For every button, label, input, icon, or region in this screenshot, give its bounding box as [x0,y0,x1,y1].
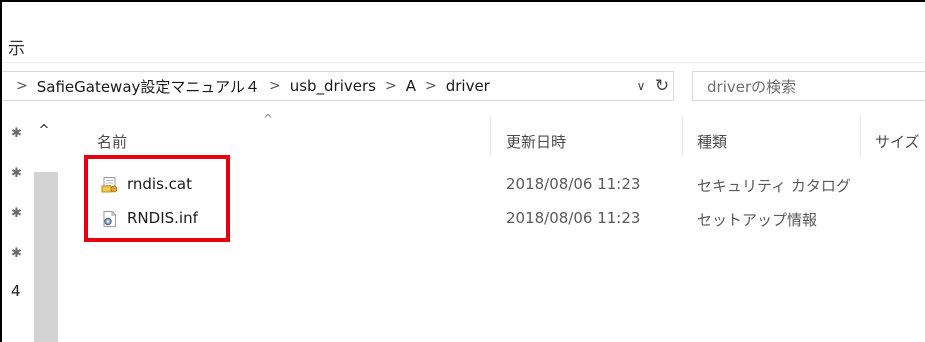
file-name[interactable]: rndis.cat [127,175,192,193]
file-row[interactable]: rndis.cat 2018/08/06 11:23 セキュリティ カタログ [60,172,925,198]
search-input[interactable] [705,76,919,98]
column-header-name[interactable]: 名前 [97,131,127,152]
file-name[interactable]: RNDIS.inf [127,209,198,227]
file-list: rndis.cat 2018/08/06 11:23 セキュリティ カタログ R… [60,172,925,252]
title-text-fragment: 示 [8,39,25,59]
column-header-size[interactable]: サイズ [875,131,920,152]
file-modified-date: 2018/08/06 11:23 [506,175,641,193]
address-bar[interactable]: > SafieGateway設定マニュアル４ > usb_drivers > A… [2,71,674,101]
breadcrumb: > SafieGateway設定マニュアル４ > usb_drivers > A… [16,72,490,100]
chevron-down-icon[interactable]: ∨ [632,74,650,98]
column-header-modified[interactable]: 更新日時 [506,131,566,152]
column-divider[interactable] [490,116,491,156]
breadcrumb-item-a[interactable]: A [406,77,416,95]
title-bar: 示 [2,2,925,63]
address-row: > SafieGateway設定マニュアル４ > usb_drivers > A… [2,63,925,108]
file-modified-date: 2018/08/06 11:23 [506,209,641,227]
file-explorer-window: 示 > SafieGateway設定マニュアル４ > usb_drivers >… [0,0,925,342]
pin-icon: ✱ [11,206,22,221]
breadcrumb-item-safiegateway-manual[interactable]: SafieGateway設定マニュアル４ [37,76,260,97]
sort-ascending-icon: ^ [262,112,274,126]
column-header-type[interactable]: 種類 [697,131,727,152]
file-type: セットアップ情報 [697,211,818,229]
search-box[interactable] [692,71,925,101]
column-divider[interactable] [860,116,861,156]
security-catalog-file-icon [101,176,119,194]
setup-info-file-icon [101,210,119,228]
breadcrumb-item-usb-drivers[interactable]: usb_drivers [290,77,376,95]
pin-icon: ✱ [11,246,22,261]
file-type: セキュリティ カタログ [697,177,851,195]
column-header-row: ^ 名前 更新日時 種類 サイズ [60,112,925,160]
chevron-right-icon[interactable]: > [16,78,28,94]
pin-icon: ✱ [11,166,22,181]
breadcrumb-item-driver[interactable]: driver [446,77,490,95]
nav-item-fragment[interactable]: 4 [11,282,21,300]
chevron-right-icon[interactable]: > [425,78,437,94]
pin-icon: ✱ [11,126,22,141]
chevron-right-icon[interactable]: > [385,78,397,94]
scroll-up-icon[interactable]: ^ [32,120,56,140]
chevron-right-icon[interactable]: > [269,78,281,94]
nav-scrollbar[interactable] [34,172,58,342]
refresh-icon[interactable]: ↻ [653,74,671,98]
navigation-pane: ^ ✱ ✱ ✱ ✱ 4 [2,112,60,342]
file-row[interactable]: RNDIS.inf 2018/08/06 11:23 セットアップ情報 [60,206,925,232]
column-divider[interactable] [682,116,683,156]
